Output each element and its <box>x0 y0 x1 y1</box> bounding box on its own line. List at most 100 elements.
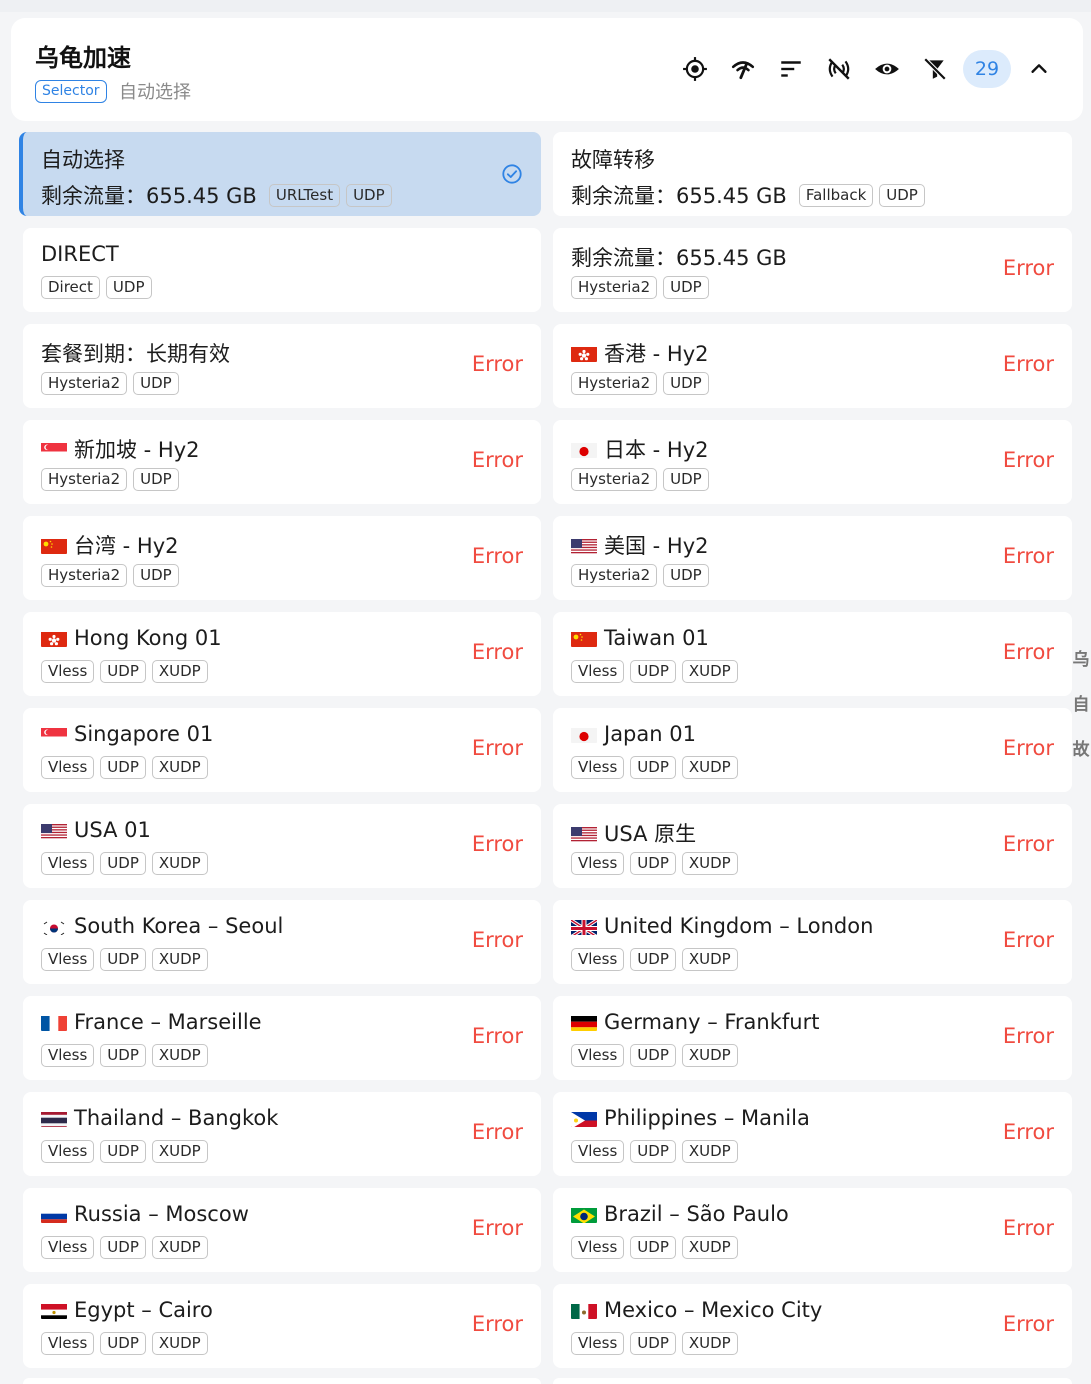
proxy-card[interactable]: 香港 - Hy2 Hysteria2 UDP Error <box>553 324 1072 408</box>
proxy-card[interactable]: Mexico – Mexico City Vless UDP XUDP Error <box>553 1284 1072 1368</box>
group-toolbar: 29 <box>671 50 1061 88</box>
proxy-card[interactable]: 套餐到期：长期有效 Hysteria2 UDP Error <box>23 324 541 408</box>
latency-status[interactable]: Error <box>1003 736 1054 760</box>
proxy-name-text: Russia – Moscow <box>74 1202 249 1226</box>
proxy-card[interactable]: United Kingdom – London Vless UDP XUDP Error <box>553 900 1072 984</box>
visibility-button[interactable] <box>863 50 911 88</box>
proxy-card[interactable]: Egypt – Cairo Vless UDP XUDP Error <box>23 1284 541 1368</box>
proxy-name: Thailand – Bangkok <box>41 1106 278 1130</box>
proxy-card[interactable]: Japan 01 Vless UDP XUDP Error <box>553 708 1072 792</box>
proxy-name: Germany – Frankfurt <box>571 1010 819 1034</box>
proxy-card[interactable]: 剩余流量：655.45 GB Hysteria2 UDP Error <box>553 228 1072 312</box>
latency-status[interactable]: Error <box>1003 544 1054 568</box>
flag-de-icon <box>571 1014 597 1031</box>
proxy-tags: Vless UDP XUDP <box>571 1140 744 1163</box>
latency-status[interactable]: Error <box>472 736 523 760</box>
flag-br-icon <box>571 1206 597 1223</box>
latency-status[interactable]: Error <box>472 928 523 952</box>
protocol-tag: UDP <box>630 756 676 779</box>
proxy-card[interactable]: USA 01 Vless UDP XUDP Error <box>23 804 541 888</box>
latency-status[interactable]: Error <box>1003 1216 1054 1240</box>
latency-status[interactable]: Error <box>1003 352 1054 376</box>
proxy-name: Mexico – Mexico City <box>571 1298 822 1322</box>
proxy-card[interactable]: South Korea – Seoul Vless UDP XUDP Error <box>23 900 541 984</box>
filter-signal-button[interactable] <box>815 50 863 88</box>
proxy-name: 剩余流量：655.45 GB <box>571 242 787 272</box>
protocol-tag: XUDP <box>151 852 208 875</box>
latency-status[interactable]: Error <box>472 1120 523 1144</box>
latency-status[interactable]: Error <box>1003 1024 1054 1048</box>
latency-status[interactable]: Error <box>1003 640 1054 664</box>
protocol-tag: UDP <box>100 1044 146 1067</box>
proxy-card[interactable]: 自动选择 剩余流量：655.45 GB URLTest UDP <box>19 132 541 216</box>
protocol-tag: URLTest <box>268 183 341 207</box>
side-index: 乌 自 故 <box>1072 648 1090 763</box>
latency-status[interactable]: Error <box>472 1024 523 1048</box>
proxy-group-header[interactable]: 乌龟加速 Selector 自动选择 29 <box>11 18 1083 121</box>
proxy-card[interactable]: Philippines – Manila Vless UDP XUDP Error <box>553 1092 1072 1176</box>
latency-status[interactable]: Error <box>472 1216 523 1240</box>
side-index-item[interactable]: 乌 <box>1072 648 1090 673</box>
latency-status[interactable]: Error <box>472 832 523 856</box>
latency-status[interactable]: Error <box>1003 448 1054 472</box>
latency-status[interactable]: Error <box>1003 1120 1054 1144</box>
latency-status[interactable]: Error <box>472 640 523 664</box>
proxy-name-text: Mexico – Mexico City <box>604 1298 823 1322</box>
side-index-item[interactable]: 自 <box>1072 693 1090 718</box>
latency-status[interactable]: Error <box>472 448 523 472</box>
proxy-name-text: 香港 - Hy2 <box>604 342 709 366</box>
proxy-name-text: Brazil – São Paulo <box>604 1202 789 1226</box>
latency-status[interactable]: Error <box>1003 832 1054 856</box>
proxy-card[interactable]: Russia – Moscow Vless UDP XUDP Error <box>23 1188 541 1272</box>
latency-status[interactable]: Error <box>472 1312 523 1336</box>
proxy-card[interactable]: USA 原生 Vless UDP XUDP Error <box>553 804 1072 888</box>
proxy-card[interactable]: Brazil – São Paulo Vless UDP XUDP Error <box>553 1188 1072 1272</box>
latency-status[interactable]: Error <box>1003 256 1054 280</box>
proxy-card[interactable]: Singapore 01 Vless UDP XUDP Error <box>23 708 541 792</box>
proxy-card[interactable]: 日本 - Hy2 Hysteria2 UDP Error <box>553 420 1072 504</box>
proxy-tags: Vless UDP XUDP <box>41 660 214 683</box>
protocol-tag: XUDP <box>681 1140 738 1163</box>
latency-status[interactable]: Error <box>472 544 523 568</box>
proxy-card[interactable]: 新加坡 - Hy2 Hysteria2 UDP Error <box>23 420 541 504</box>
latency-status[interactable]: Error <box>1003 928 1054 952</box>
proxy-name: 香港 - Hy2 <box>571 338 709 368</box>
protocol-tag: XUDP <box>151 948 208 971</box>
filter-off-button[interactable] <box>911 50 959 88</box>
latency-status[interactable]: Error <box>1003 1312 1054 1336</box>
protocol-tag: XUDP <box>151 660 208 683</box>
proxy-name: Philippines – Manila <box>571 1106 810 1130</box>
collapse-button[interactable] <box>1017 50 1061 88</box>
locate-button[interactable] <box>671 50 719 88</box>
proxy-name-text: France – Marseille <box>74 1010 262 1034</box>
protocol-tag: XUDP <box>681 756 738 779</box>
protocol-tag: UDP <box>663 372 709 395</box>
proxy-card[interactable]: DIRECT Direct UDP <box>23 228 541 312</box>
proxy-tags: Vless UDP XUDP <box>41 852 214 875</box>
protocol-tag: XUDP <box>681 1044 738 1067</box>
proxy-tags: Hysteria2 UDP <box>41 564 185 587</box>
protocol-tag: Vless <box>571 1236 625 1259</box>
proxy-name: 台湾 - Hy2 <box>41 530 179 560</box>
proxy-name: Egypt – Cairo <box>41 1298 213 1322</box>
proxy-card[interactable]: Hong Kong 01 Vless UDP XUDP Error <box>23 612 541 696</box>
proxy-name-text: Singapore 01 <box>74 722 214 746</box>
latency-test-button[interactable] <box>719 50 767 88</box>
proxy-card[interactable]: France – Marseille Vless UDP XUDP Error <box>23 996 541 1080</box>
proxy-name: 自动选择 <box>41 144 125 174</box>
proxy-card[interactable]: 台湾 - Hy2 Hysteria2 UDP Error <box>23 516 541 600</box>
eye-icon <box>875 63 899 75</box>
proxy-tags: Hysteria2 UDP <box>571 276 715 299</box>
protocol-tag: Hysteria2 <box>571 276 658 299</box>
side-index-item[interactable]: 故 <box>1072 738 1090 763</box>
proxy-name-text: Thailand – Bangkok <box>74 1106 279 1130</box>
proxy-card[interactable]: Thailand – Bangkok Vless UDP XUDP Error <box>23 1092 541 1176</box>
sort-button[interactable] <box>767 50 815 88</box>
proxy-tags: Vless UDP XUDP <box>41 1332 214 1355</box>
proxy-card[interactable]: Germany – Frankfurt Vless UDP XUDP Error <box>553 996 1072 1080</box>
top-strip <box>0 0 1091 12</box>
latency-status[interactable]: Error <box>472 352 523 376</box>
proxy-card[interactable]: Taiwan 01 Vless UDP XUDP Error <box>553 612 1072 696</box>
proxy-card[interactable]: 美国 - Hy2 Hysteria2 UDP Error <box>553 516 1072 600</box>
proxy-card[interactable]: 故障转移 剩余流量：655.45 GB Fallback UDP <box>553 132 1072 216</box>
